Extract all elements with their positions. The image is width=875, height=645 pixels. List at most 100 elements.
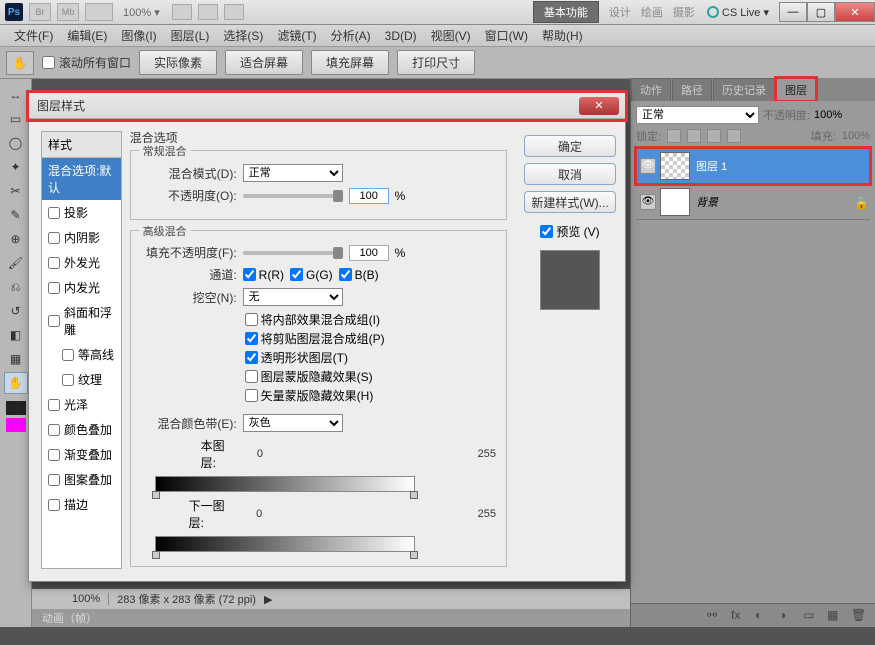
print-size-button[interactable]: 打印尺寸 (397, 50, 475, 75)
style-item-inner-glow[interactable]: 内发光 (42, 275, 121, 300)
fill-screen-button[interactable]: 填充屏幕 (311, 50, 389, 75)
lock-position-icon[interactable] (707, 129, 721, 143)
ok-button[interactable]: 确定 (524, 135, 616, 157)
brush-tool-icon[interactable]: 🖌 (4, 252, 28, 274)
eyedropper-tool-icon[interactable]: ✎ (4, 204, 28, 226)
menu-3d[interactable]: 3D(D) (379, 27, 423, 45)
tab-history[interactable]: 历史记录 (713, 78, 775, 101)
style-item-bevel-emboss[interactable]: 斜面和浮雕 (42, 300, 121, 342)
style-item-texture[interactable]: 纹理 (42, 367, 121, 392)
bridge-icon[interactable]: Br (29, 3, 51, 21)
view-extras-dropdown[interactable] (85, 3, 113, 21)
gradient-tool-icon[interactable]: ▦ (4, 348, 28, 370)
workspace-painting[interactable]: 绘画 (641, 4, 663, 20)
transparency-shapes-checkbox[interactable]: 透明形状图层(T) (245, 349, 496, 366)
lock-pixels-icon[interactable] (687, 129, 701, 143)
dialog-close-button[interactable]: ✕ (579, 97, 619, 115)
menu-image[interactable]: 图像(I) (115, 25, 162, 46)
status-arrow-icon[interactable]: ▶ (264, 593, 272, 606)
cancel-button[interactable]: 取消 (524, 163, 616, 185)
hand-tool-icon-2[interactable]: ✋ (4, 372, 28, 394)
dialog-title-bar[interactable]: 图层样式 ✕ (29, 93, 625, 119)
menu-file[interactable]: 文件(F) (8, 25, 59, 46)
wand-tool-icon[interactable]: ✦ (4, 156, 28, 178)
adjustment-layer-icon[interactable]: ◑ (779, 608, 795, 624)
menu-analysis[interactable]: 分析(A) (325, 25, 377, 46)
style-item-stroke[interactable]: 描边 (42, 492, 121, 517)
menu-window[interactable]: 窗口(W) (479, 25, 534, 46)
style-item-pattern-overlay[interactable]: 图案叠加 (42, 467, 121, 492)
hand-tool-icon[interactable]: ✋ (6, 51, 34, 75)
delete-layer-icon[interactable]: 🗑 (851, 608, 867, 624)
layer-name[interactable]: 背景 (696, 194, 854, 210)
workspace-photography[interactable]: 摄影 (673, 4, 695, 20)
move-tool-icon[interactable]: ↔ (4, 84, 28, 106)
workspace-design[interactable]: 设计 (609, 4, 631, 20)
arrange-icon[interactable] (172, 4, 192, 20)
blend-clipped-checkbox[interactable]: 将剪贴图层混合成组(P) (245, 330, 496, 347)
foreground-color[interactable] (6, 401, 26, 415)
history-brush-icon[interactable]: ↺ (4, 300, 28, 322)
tab-layers[interactable]: 图层 (776, 78, 816, 101)
opacity-value[interactable]: 100% (814, 109, 870, 121)
menu-layer[interactable]: 图层(L) (165, 25, 216, 46)
style-item-outer-glow[interactable]: 外发光 (42, 250, 121, 275)
window-minimize-button[interactable]: — (779, 2, 807, 22)
knockout-select[interactable]: 无 (243, 288, 343, 306)
crop-tool-icon[interactable]: ✂ (4, 180, 28, 202)
menu-filter[interactable]: 滤镜(T) (271, 25, 322, 46)
blend-interior-checkbox[interactable]: 将内部效果混合成组(I) (245, 311, 496, 328)
layer-mask-hides-checkbox[interactable]: 图层蒙版隐藏效果(S) (245, 368, 496, 385)
layer-thumb[interactable] (660, 188, 690, 216)
status-zoom[interactable]: 100% (72, 593, 109, 605)
this-layer-gradient[interactable] (155, 476, 415, 492)
visibility-icon[interactable]: 👁 (640, 158, 656, 174)
blend-mode-select[interactable]: 正常 (243, 164, 343, 182)
layer-row[interactable]: 👁 背景 🔒 (636, 184, 870, 220)
menu-edit[interactable]: 编辑(E) (61, 25, 113, 46)
marquee-tool-icon[interactable]: ▭ (4, 108, 28, 130)
workspace-essentials[interactable]: 基本功能 (533, 1, 599, 23)
style-item-contour[interactable]: 等高线 (42, 342, 121, 367)
window-maximize-button[interactable]: ▢ (807, 2, 835, 22)
new-style-button[interactable]: 新建样式(W)... (524, 191, 616, 213)
lasso-tool-icon[interactable]: ◯ (4, 132, 28, 154)
visibility-icon[interactable]: 👁 (640, 194, 656, 210)
underlying-layer-gradient[interactable] (155, 536, 415, 552)
blend-if-select[interactable]: 灰色 (243, 414, 343, 432)
link-layers-icon[interactable]: ⚯ (707, 608, 723, 624)
lock-all-icon[interactable] (727, 129, 741, 143)
mini-bridge-icon[interactable]: Mb (57, 3, 79, 21)
layer-name[interactable]: 图层 1 (696, 158, 866, 174)
menu-help[interactable]: 帮助(H) (536, 25, 589, 46)
stamp-tool-icon[interactable]: ⎌ (4, 276, 28, 298)
healing-tool-icon[interactable]: ⊕ (4, 228, 28, 250)
vector-mask-hides-checkbox[interactable]: 矢量蒙版隐藏效果(H) (245, 387, 496, 404)
preview-checkbox[interactable]: 预览 (V) (540, 223, 599, 240)
style-item-satin[interactable]: 光泽 (42, 392, 121, 417)
layer-row[interactable]: 👁 图层 1 (636, 148, 870, 184)
actual-pixels-button[interactable]: 实际像素 (139, 50, 217, 75)
menu-view[interactable]: 视图(V) (425, 25, 477, 46)
channel-b-checkbox[interactable]: B(B) (339, 268, 379, 282)
eraser-tool-icon[interactable]: ◧ (4, 324, 28, 346)
fill-opacity-slider[interactable] (243, 251, 343, 255)
new-layer-icon[interactable]: ▦ (827, 608, 843, 624)
layer-thumb[interactable] (660, 152, 690, 180)
window-close-button[interactable]: ✕ (835, 2, 875, 22)
menu-select[interactable]: 选择(S) (217, 25, 269, 46)
screen-mode-icon[interactable] (198, 4, 218, 20)
layer-style-icon[interactable]: fx (731, 608, 747, 624)
background-color[interactable] (6, 418, 26, 432)
style-item-inner-shadow[interactable]: 内阴影 (42, 225, 121, 250)
zoom-label[interactable]: 100% ▾ (123, 6, 160, 19)
group-icon[interactable]: ▭ (803, 608, 819, 624)
style-item-drop-shadow[interactable]: 投影 (42, 200, 121, 225)
lock-transparency-icon[interactable] (667, 129, 681, 143)
tab-actions[interactable]: 动作 (631, 78, 671, 101)
animation-panel-tab[interactable]: 动画（帧） (32, 609, 630, 627)
fit-screen-button[interactable]: 适合屏幕 (225, 50, 303, 75)
channel-r-checkbox[interactable]: R(R) (243, 268, 284, 282)
layer-blend-mode-select[interactable]: 正常 (636, 106, 759, 124)
extras-icon[interactable] (224, 4, 244, 20)
